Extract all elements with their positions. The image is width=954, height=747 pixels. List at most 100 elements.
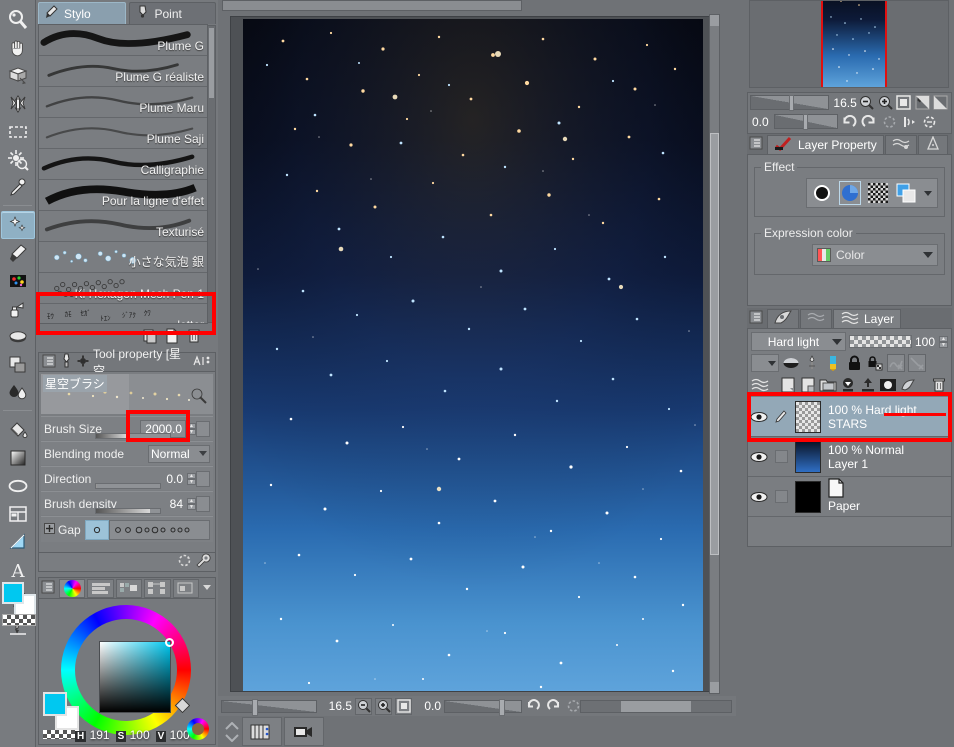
droplet-tool[interactable] — [1, 379, 35, 407]
blending-mode-row[interactable]: Blending mode Normal — [41, 441, 213, 465]
ruler-tool[interactable] — [1, 528, 35, 556]
fit-screen-button[interactable] — [395, 697, 412, 715]
blend-tool[interactable] — [1, 351, 35, 379]
list-item[interactable]: Texturisé — [39, 211, 207, 242]
gradient-tool[interactable] — [1, 444, 35, 472]
brush-density-slider[interactable] — [95, 508, 161, 514]
lock-layer-button[interactable] — [845, 354, 863, 372]
layer-mask-button[interactable] — [879, 376, 897, 394]
saturation-value-box[interactable] — [99, 638, 174, 713]
fill-tool[interactable] — [1, 416, 35, 444]
transfer-down-button[interactable] — [839, 376, 857, 394]
brush-density-dynamics-button[interactable] — [196, 495, 210, 512]
menu-icon[interactable] — [749, 136, 763, 153]
pen-tool[interactable] — [1, 211, 35, 239]
color-set-tab[interactable] — [115, 578, 143, 598]
document-tab[interactable] — [222, 0, 522, 11]
sub-tool-list[interactable]: Plume G Plume G réaliste Plume Maru Plum… — [38, 24, 208, 324]
brush-size-slider[interactable] — [95, 433, 171, 439]
nav-rotate-right-button[interactable] — [860, 113, 878, 130]
list-item[interactable]: Calligraphie — [39, 149, 207, 180]
layer-blend-mode-combo[interactable]: Hard light — [751, 332, 846, 351]
scroll-up-arrow[interactable] — [710, 15, 719, 26]
mask-disable-button[interactable] — [908, 354, 926, 372]
eyedropper-tool[interactable] — [1, 174, 35, 202]
direction-slider[interactable] — [95, 483, 161, 489]
nav-rotate-left-button[interactable] — [840, 113, 858, 130]
nav-rotation-slider[interactable] — [774, 114, 838, 130]
zoom-slider-knob[interactable] — [252, 698, 258, 716]
sub-tool-tab-point[interactable]: Point — [128, 2, 216, 24]
color-chips[interactable] — [2, 582, 36, 628]
nav-zoom-out-button[interactable] — [859, 94, 875, 111]
halftone-button[interactable] — [868, 182, 888, 204]
wrench-icon[interactable] — [196, 553, 211, 571]
gap-preset-selected[interactable] — [84, 519, 109, 540]
list-item[interactable]: Plume Maru — [39, 87, 207, 118]
rotation-slider-knob[interactable] — [499, 698, 505, 716]
navigator-thumbnail[interactable] — [749, 0, 949, 88]
hue-cursor[interactable] — [174, 697, 191, 714]
brush-size-row[interactable]: Brush Size 2000.0 ▲ ▼ — [41, 416, 213, 440]
tool-property-options-icon[interactable] — [191, 354, 213, 371]
layer-ruler-checkbox[interactable] — [770, 437, 792, 476]
expand-icon[interactable] — [44, 522, 55, 537]
magnifier-tool[interactable] — [1, 6, 35, 34]
gap-row[interactable]: Gap — [41, 516, 213, 542]
border-effect-button[interactable] — [812, 182, 832, 204]
hand-tool[interactable] — [1, 34, 35, 62]
main-color-chip-mini[interactable] — [43, 692, 67, 716]
layer-thumbnail[interactable] — [792, 397, 824, 436]
layer-visibility-toggle[interactable] — [748, 477, 770, 516]
tab-tone[interactable] — [917, 134, 948, 154]
auto-select-tool[interactable] — [1, 146, 35, 174]
hue-ring[interactable] — [61, 605, 191, 735]
rotate-right-button[interactable] — [545, 698, 562, 715]
menu-icon[interactable] — [41, 580, 55, 597]
gap-preset-list[interactable] — [108, 519, 210, 540]
list-item[interactable]: ﾓｳ ｶﾓ ｾｶﾞ ﾄｴﾝ ｼﾞｱｸ ｸﾜ letter — [39, 304, 207, 323]
tab-layer-property[interactable]: Layer Property — [767, 134, 884, 154]
zoom-in-button[interactable] — [375, 697, 392, 715]
canvas-vertical-scrollbar[interactable] — [709, 14, 720, 694]
brush-size-dynamics-button[interactable] — [196, 420, 210, 437]
scroll-thumb[interactable] — [710, 133, 719, 555]
decoration-tool[interactable] — [1, 267, 35, 295]
transparent-chip-mini[interactable] — [43, 730, 79, 739]
quick-access-tab[interactable] — [767, 308, 799, 328]
nav-rotation-knob[interactable] — [803, 114, 808, 130]
nav-special-button[interactable] — [920, 113, 938, 130]
direction-stepper[interactable]: ▲ ▼ — [187, 472, 196, 485]
search-layer-tab[interactable] — [800, 308, 832, 328]
layer-thumbnail[interactable] — [792, 477, 824, 516]
zoom-slider[interactable] — [221, 698, 317, 716]
nav-snap-button[interactable] — [900, 113, 918, 130]
color-wheel-tab[interactable] — [59, 578, 86, 598]
list-item[interactable]: Pour la ligne d'effet — [39, 180, 207, 211]
hscroll-thumb[interactable] — [621, 701, 691, 712]
expression-color-combo[interactable]: Color — [812, 244, 938, 266]
layer-visibility-toggle[interactable] — [748, 397, 770, 436]
rotation-slider[interactable] — [444, 698, 522, 716]
ruler-pen-button[interactable] — [824, 354, 842, 372]
layer-stack-icon-button[interactable] — [751, 376, 769, 394]
figure-tool[interactable] — [1, 472, 35, 500]
main-color-chip[interactable] — [2, 582, 24, 604]
sub-tool-tab-stylo[interactable]: Stylo — [38, 2, 126, 24]
table-row[interactable]: 100 % Hard light STARS — [748, 397, 951, 437]
trash-icon[interactable] — [186, 328, 202, 347]
list-item[interactable]: Plume G réaliste — [39, 56, 207, 87]
layer-color-button[interactable] — [896, 182, 916, 204]
brush-size-stepper[interactable]: ▲ ▼ — [187, 422, 196, 435]
list-item[interactable]: 小さな気泡 銀 — [39, 242, 207, 273]
clip-mask-button[interactable] — [899, 376, 917, 394]
layer-visibility-toggle[interactable] — [748, 437, 770, 476]
sv-cursor[interactable] — [165, 638, 174, 647]
nav-reset-rotation-button[interactable] — [880, 113, 898, 130]
zoom-out-button[interactable] — [355, 697, 372, 715]
clip-below-button[interactable] — [782, 354, 800, 372]
rotate-left-button[interactable] — [525, 698, 542, 715]
new-page-icon[interactable] — [164, 328, 180, 347]
sub-tool-scrollbar[interactable] — [207, 25, 216, 323]
layer-opacity-slider[interactable] — [848, 335, 912, 348]
